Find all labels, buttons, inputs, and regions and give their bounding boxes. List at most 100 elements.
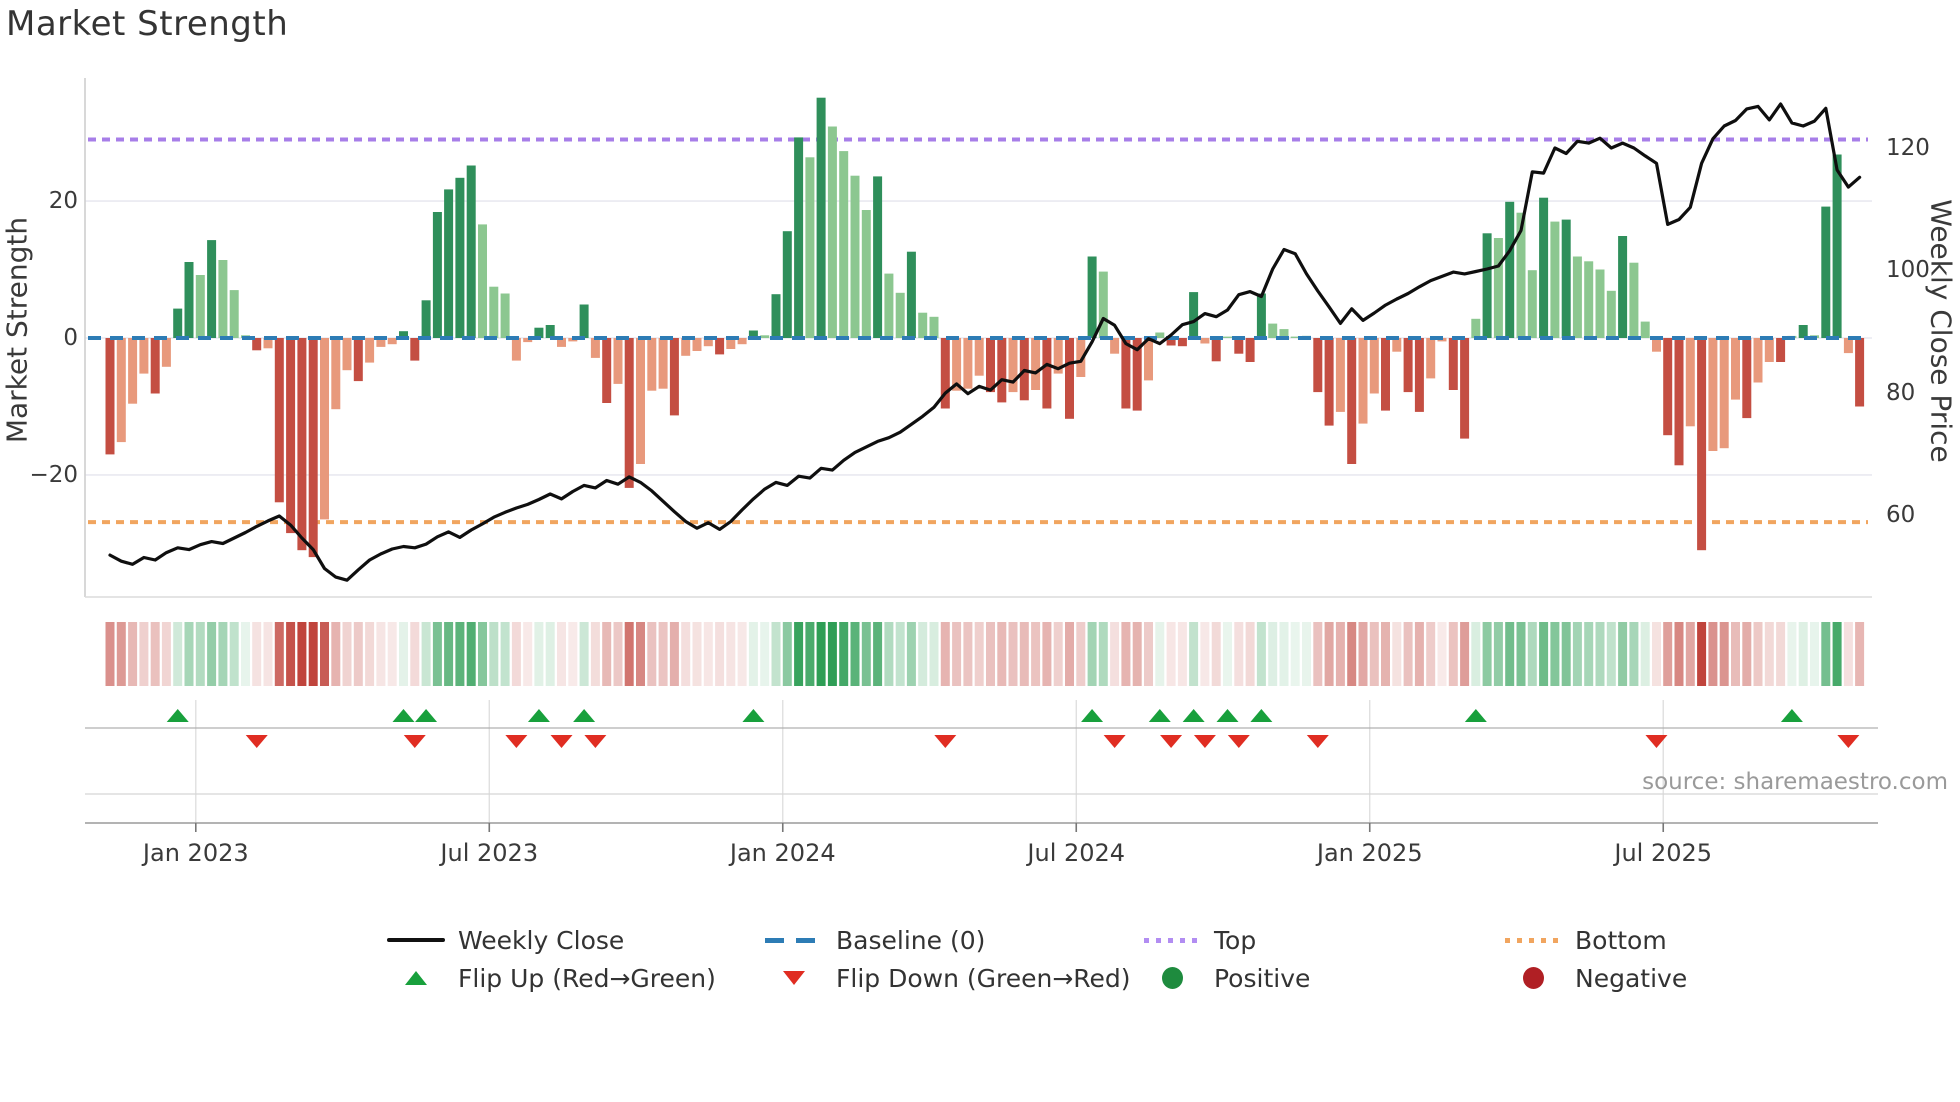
bar (839, 151, 849, 338)
flip-down-marker (1645, 735, 1668, 748)
heatmap-cell (139, 622, 149, 686)
heatmap-cell (703, 622, 713, 686)
heatmap-cell (1595, 622, 1605, 686)
legend-swatch-triangle-down-icon (764, 971, 824, 985)
heatmap-cell (297, 622, 307, 686)
legend-label: Flip Down (Green→Red) (836, 963, 1131, 993)
heatmap-cell (207, 622, 217, 686)
flip-up-marker (166, 709, 189, 722)
bar (489, 286, 499, 338)
flip-up-marker (1464, 709, 1487, 722)
heatmap-cell (895, 622, 905, 686)
bar (1708, 338, 1718, 451)
bar (1245, 338, 1255, 362)
flip-up-marker (1780, 709, 1803, 722)
heatmap-cell (1177, 622, 1187, 686)
heatmap-cell (308, 622, 318, 686)
bar (320, 338, 329, 520)
heatmap-cell (873, 622, 883, 686)
bar (1358, 338, 1368, 424)
bar (500, 293, 510, 338)
bar (1595, 269, 1605, 338)
flip-down-marker (245, 735, 268, 748)
bar (1008, 338, 1018, 393)
bar (218, 260, 228, 338)
heatmap-cell (421, 622, 431, 686)
bar (602, 338, 612, 403)
heatmap-cell (1764, 622, 1774, 686)
y-axis-tick-left: 20 (48, 188, 78, 215)
heatmap-cell (184, 622, 194, 686)
x-axis-tick: Jul 2025 (1614, 839, 1713, 867)
y-axis-tick-right: 120 (1886, 135, 1930, 161)
heatmap-cell (128, 622, 138, 686)
heatmap-cell (523, 622, 533, 686)
bar (1414, 338, 1424, 412)
heatmap-cell (681, 622, 691, 686)
heatmap-cell (489, 622, 499, 686)
bar (1347, 338, 1357, 464)
heatmap-cell (850, 622, 860, 686)
heatmap-cell (602, 622, 612, 686)
bar (590, 338, 600, 358)
market-strength-chart: Market Strength Market Strength Weekly C… (0, 0, 1960, 1102)
y-axis-tick-left: −20 (29, 461, 78, 488)
bar (681, 338, 691, 356)
heatmap-cell (478, 622, 487, 686)
heatmap-cell (534, 622, 544, 686)
heatmap-cell (1302, 622, 1311, 686)
y-axis-tick-left: 0 (63, 325, 78, 351)
heatmap-cell (1606, 622, 1616, 686)
heatmap-cell (1685, 622, 1695, 686)
heatmap-cell (1211, 622, 1221, 686)
bar (444, 189, 454, 338)
bar (353, 338, 363, 382)
bar (1369, 338, 1379, 394)
heatmap-cell (320, 622, 329, 686)
heatmap-cell (1550, 622, 1560, 686)
heatmap-cell (624, 622, 634, 686)
heatmap-cell (669, 622, 679, 686)
heatmap-cell (1731, 622, 1740, 686)
bar (827, 126, 837, 338)
line-swatch (387, 937, 445, 943)
heatmap-cell (737, 622, 747, 686)
heatmap-cell (263, 622, 273, 686)
heatmap-cell (365, 622, 375, 686)
legend-swatch-dotted-icon (1503, 937, 1563, 943)
bar (511, 338, 521, 361)
bar (432, 212, 442, 338)
legend-swatch-triangle-up-icon (386, 971, 446, 985)
bar (274, 338, 284, 503)
flip-up-marker (1081, 709, 1104, 722)
bar (207, 240, 217, 338)
bar (1742, 338, 1752, 419)
bar (1561, 219, 1571, 338)
heatmap-cell (940, 622, 950, 686)
bar (1234, 338, 1244, 354)
heatmap-cell (1053, 622, 1063, 686)
bar (365, 338, 375, 363)
heatmap-cell (1065, 622, 1074, 686)
heatmap-cell (1742, 622, 1752, 686)
bar (1550, 221, 1560, 338)
bar (150, 338, 160, 394)
heatmap-cell (1121, 622, 1131, 686)
bar (387, 338, 397, 345)
heatmap-cell (376, 622, 386, 686)
heatmap-cell (444, 622, 454, 686)
legend-swatch-dot-icon (1142, 967, 1202, 989)
bar (782, 231, 792, 338)
bar (1855, 338, 1865, 407)
bar (1606, 290, 1616, 338)
legend-item: Flip Up (Red→Green) (386, 963, 716, 993)
heatmap-cell (1460, 622, 1470, 686)
heatmap-cell (1652, 622, 1661, 686)
bar (1268, 323, 1278, 338)
heatmap-cell (805, 622, 815, 686)
heatmap-cell (929, 622, 939, 686)
bar (1200, 338, 1210, 344)
heatmap-cell (1031, 622, 1041, 686)
heatmap-cell (715, 622, 725, 686)
legend-item: Flip Down (Green→Red) (764, 963, 1131, 993)
